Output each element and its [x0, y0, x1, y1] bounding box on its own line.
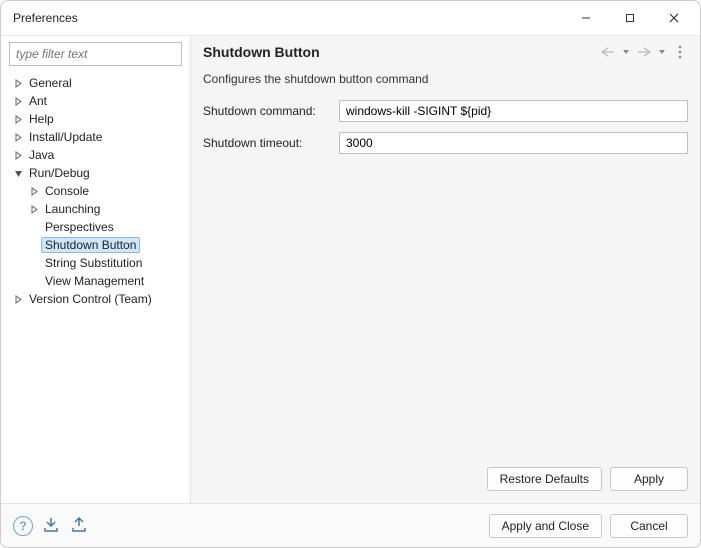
chevron-right-icon[interactable]: [11, 112, 25, 126]
spacer: [191, 168, 700, 459]
tree-item-label: Help: [25, 112, 58, 126]
chevron-right-icon[interactable]: [11, 76, 25, 90]
chevron-right-icon[interactable]: [27, 184, 41, 198]
chevron-down-icon[interactable]: [11, 166, 25, 180]
shutdown-command-row: Shutdown command:: [203, 100, 688, 122]
import-icon[interactable]: [43, 516, 61, 535]
footer-buttons: Apply and Close Cancel: [489, 514, 688, 538]
minimize-button[interactable]: [564, 4, 608, 32]
maximize-button[interactable]: [608, 4, 652, 32]
body: General Ant Help Install/Update Java Run/Debu…: [1, 35, 700, 503]
shutdown-timeout-label: Shutdown timeout:: [203, 136, 329, 150]
tree-item-label: View Management: [41, 274, 148, 288]
tree-item[interactable]: Launching: [3, 200, 190, 218]
apply-button[interactable]: Apply: [610, 467, 688, 491]
page-nav: [600, 44, 688, 60]
tree-item-label: Console: [41, 184, 93, 198]
export-icon[interactable]: [71, 516, 89, 535]
tree-item[interactable]: General: [3, 74, 190, 92]
tree-item-label: Install/Update: [25, 130, 106, 144]
tree-item-label: Launching: [41, 202, 104, 216]
tree-item-label: Version Control (Team): [25, 292, 156, 306]
forward-dropdown-icon[interactable]: [654, 44, 670, 60]
chevron-right-icon[interactable]: [11, 292, 25, 306]
footer-icons: ?: [13, 516, 89, 536]
tree-item[interactable]: View Management: [3, 272, 190, 290]
chevron-right-icon[interactable]: [11, 148, 25, 162]
form: Shutdown command: Shutdown timeout:: [191, 96, 700, 168]
shutdown-command-label: Shutdown command:: [203, 104, 329, 118]
titlebar: Preferences: [1, 1, 700, 35]
tree-item[interactable]: Console: [3, 182, 190, 200]
shutdown-timeout-row: Shutdown timeout:: [203, 132, 688, 154]
tree-item[interactable]: Shutdown Button: [3, 236, 190, 254]
right-pane: Shutdown Button Configures the shutdown …: [191, 36, 700, 503]
page-title: Shutdown Button: [203, 44, 600, 60]
shutdown-command-input[interactable]: [339, 100, 688, 122]
tree-item-label: Shutdown Button: [41, 237, 140, 253]
view-menu-icon[interactable]: [672, 44, 688, 60]
tree-item[interactable]: Run/Debug: [3, 164, 190, 182]
close-button[interactable]: [652, 4, 696, 32]
filter-container: [9, 42, 182, 66]
page-header: Shutdown Button: [191, 36, 700, 68]
chevron-right-icon[interactable]: [11, 130, 25, 144]
apply-and-close-button[interactable]: Apply and Close: [489, 514, 602, 538]
tree-item[interactable]: Install/Update: [3, 128, 190, 146]
tree-item[interactable]: Java: [3, 146, 190, 164]
filter-input[interactable]: [9, 42, 182, 66]
preferences-window: Preferences General Ant Help Install/Update…: [0, 0, 701, 548]
tree-item-label: General: [25, 76, 76, 90]
tree-item-label: Java: [25, 148, 58, 162]
back-icon[interactable]: [600, 44, 616, 60]
page-buttons: Restore Defaults Apply: [191, 459, 700, 503]
window-title: Preferences: [13, 11, 564, 25]
shutdown-timeout-input[interactable]: [339, 132, 688, 154]
back-dropdown-icon[interactable]: [618, 44, 634, 60]
restore-defaults-button[interactable]: Restore Defaults: [487, 467, 602, 491]
tree-item[interactable]: Version Control (Team): [3, 290, 190, 308]
tree-item-label: String Substitution: [41, 256, 146, 270]
tree-item-label: Ant: [25, 94, 51, 108]
help-icon[interactable]: ?: [13, 516, 33, 536]
tree-item-label: Perspectives: [41, 220, 118, 234]
tree-item[interactable]: Ant: [3, 92, 190, 110]
forward-icon[interactable]: [636, 44, 652, 60]
tree-item[interactable]: Perspectives: [3, 218, 190, 236]
chevron-right-icon[interactable]: [11, 94, 25, 108]
tree-item-label: Run/Debug: [25, 166, 94, 180]
tree-item[interactable]: Help: [3, 110, 190, 128]
tree-item[interactable]: String Substitution: [3, 254, 190, 272]
preferences-tree[interactable]: General Ant Help Install/Update Java Run/Debu…: [1, 72, 190, 503]
page-description: Configures the shutdown button command: [191, 68, 700, 96]
footer: ? Apply and Close Cancel: [1, 503, 700, 547]
left-pane: General Ant Help Install/Update Java Run/Debu…: [1, 36, 191, 503]
cancel-button[interactable]: Cancel: [610, 514, 688, 538]
chevron-right-icon[interactable]: [27, 202, 41, 216]
